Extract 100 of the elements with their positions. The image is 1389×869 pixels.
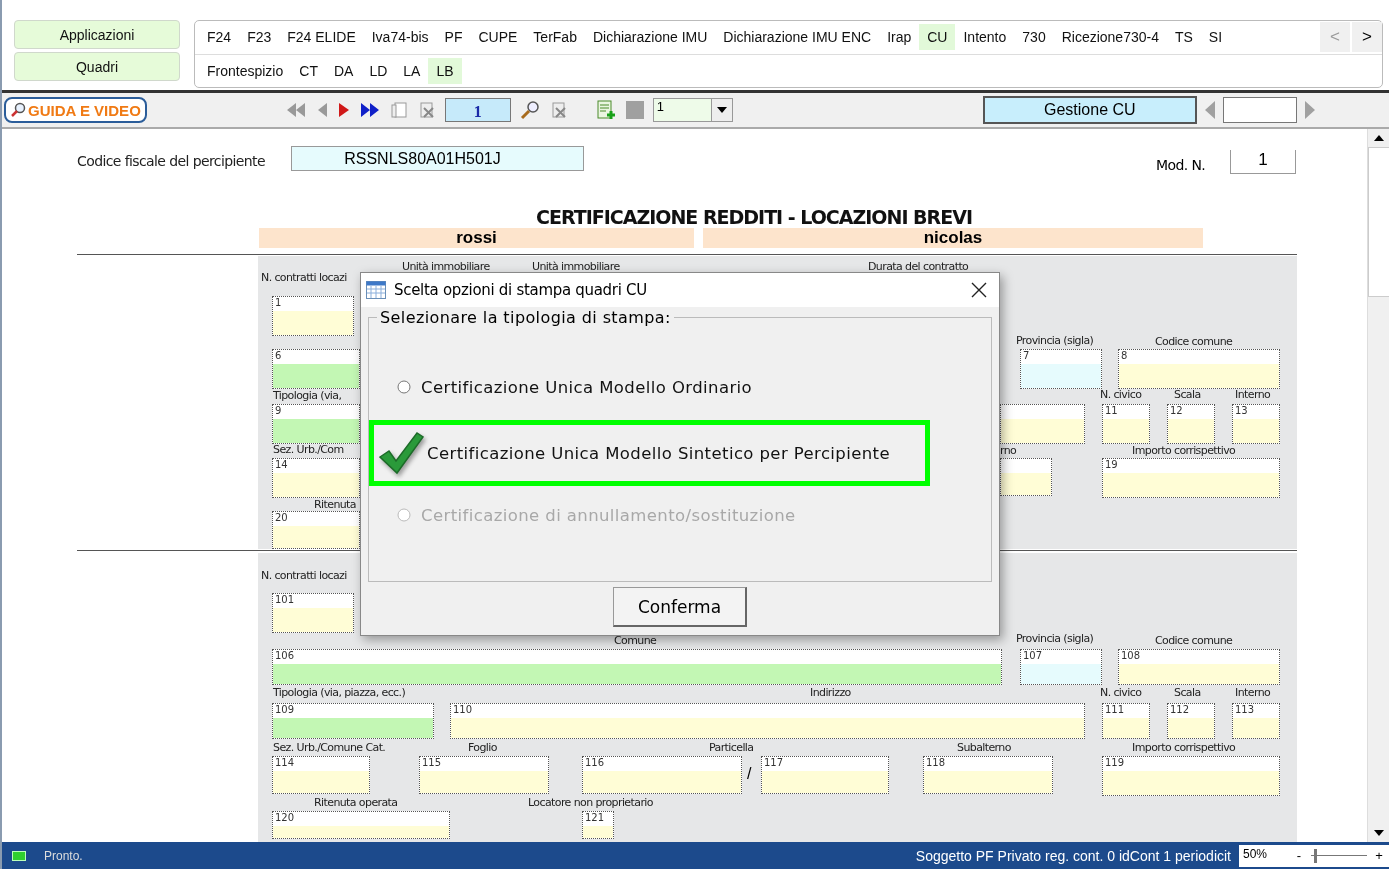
module-tab[interactable]: Dichiarazione IMU (584, 24, 716, 51)
field-number: 117 (764, 757, 784, 770)
field-number: 110 (453, 704, 473, 717)
field-label: N. civico (1100, 687, 1142, 699)
form-field[interactable]: 14 (272, 458, 360, 498)
form-field[interactable]: 111 (1102, 703, 1150, 739)
copy-selector[interactable]: 1 (652, 98, 733, 122)
module-tab[interactable]: TerFab (525, 24, 585, 51)
form-field[interactable]: 9 (272, 404, 360, 444)
form-field[interactable]: 19 (1102, 458, 1280, 498)
form-field[interactable] (1000, 458, 1052, 496)
section-tab[interactable]: LB (428, 57, 462, 84)
form-field[interactable]: 112 (1167, 703, 1215, 739)
module-tab[interactable]: PF (436, 24, 471, 51)
form-field[interactable]: 114 (272, 756, 370, 794)
form-field[interactable]: 108 (1118, 649, 1280, 685)
next-page-icon[interactable] (336, 100, 351, 120)
scroll-down-icon[interactable] (1373, 830, 1384, 836)
next-icon[interactable] (1302, 99, 1317, 121)
tax-code-label: Codice fiscale del percipiente (77, 153, 265, 169)
module-tab[interactable]: Intento (955, 24, 1015, 51)
form-field[interactable]: 109 (272, 703, 434, 739)
form-field[interactable]: 6 (272, 349, 360, 389)
form-field[interactable]: 11 (1102, 404, 1150, 444)
form-field[interactable]: 12 (1167, 404, 1215, 444)
tax-code-field[interactable]: RSSNLS80A01H501J (291, 146, 584, 171)
scroll-up-icon[interactable] (1373, 135, 1384, 141)
module-tab[interactable]: TS (1166, 24, 1201, 51)
section-tab[interactable]: CT (291, 57, 326, 84)
field-label: Codice comune (1155, 336, 1233, 348)
module-tab[interactable]: F23 (239, 24, 280, 51)
form-field[interactable]: 101 (272, 593, 354, 633)
add-sheet-icon[interactable] (594, 99, 617, 121)
form-field[interactable]: 121 (582, 811, 614, 839)
field-number: 12 (1170, 405, 1183, 418)
field-label: Importo corrispettivo (1132, 445, 1236, 457)
radio-option[interactable]: Certificazione Unica Modello Sintetico per Percipiente (369, 420, 930, 486)
square-icon[interactable] (624, 100, 645, 120)
separator-slash: / (747, 765, 752, 783)
form-field[interactable]: 117 (761, 756, 889, 794)
module-tab[interactable]: Iva74-bis (363, 24, 437, 51)
manage-button[interactable]: Gestione CU (982, 96, 1197, 124)
slider-thumb[interactable] (1313, 848, 1317, 863)
zoom-out-button[interactable]: - (1289, 844, 1309, 867)
last-page-icon[interactable] (358, 100, 381, 120)
menu-button[interactable]: Applicazioni (14, 20, 180, 49)
scroll-thumb[interactable] (1367, 147, 1389, 297)
field-label: Interno (1235, 687, 1271, 699)
module-tab[interactable]: 730 (1014, 24, 1054, 51)
section-tab[interactable]: DA (325, 57, 362, 84)
module-tab[interactable]: CU (919, 24, 956, 51)
close-icon[interactable] (971, 282, 987, 298)
field-label: Comune (614, 635, 657, 647)
search-icon[interactable] (518, 99, 541, 121)
module-number-field[interactable]: 1 (1230, 150, 1296, 174)
first-name-field: nicolas (703, 228, 1203, 248)
field-number: 101 (275, 594, 295, 607)
module-tab[interactable]: SI (1200, 24, 1231, 51)
field-number: 7 (1023, 350, 1030, 363)
module-tab[interactable]: Ricezione730-4 (1053, 24, 1167, 51)
section-tab[interactable]: LA (395, 57, 429, 84)
form-field[interactable]: 115 (419, 756, 549, 794)
form-field[interactable]: 116 (582, 756, 742, 794)
module-tab[interactable]: CUPE (470, 24, 526, 51)
menu-button[interactable]: Quadri (14, 52, 180, 81)
form-field[interactable]: 20 (272, 511, 360, 549)
zoom-in-button[interactable]: + (1369, 844, 1389, 867)
field-number: 6 (275, 350, 282, 363)
form-field[interactable]: 110 (450, 703, 1085, 739)
form-field[interactable]: 1 (272, 296, 354, 336)
radio-option[interactable]: Certificazione Unica Modello Ordinario (369, 354, 930, 420)
module-tab[interactable]: Irap (879, 24, 920, 51)
section-tab[interactable]: Frontespizio (199, 57, 292, 84)
form-field[interactable]: 119 (1102, 756, 1280, 796)
form-field[interactable]: 120 (272, 811, 450, 839)
field-number: 114 (275, 757, 295, 770)
field-label: N. contratti locazi (261, 570, 347, 582)
form-field[interactable]: 118 (923, 756, 1053, 794)
field-number: 8 (1121, 350, 1128, 363)
section-tab[interactable]: LD (361, 57, 396, 84)
module-tab[interactable]: Dichiarazione IMU ENC (715, 24, 880, 51)
form-field[interactable]: 106 (272, 649, 1002, 685)
form-field[interactable]: 13 (1232, 404, 1280, 444)
form-field[interactable]: 113 (1232, 703, 1280, 739)
module-tab[interactable]: F24 (199, 24, 240, 51)
text-field[interactable] (1222, 97, 1297, 123)
field-label: Locatore non proprietario (528, 797, 653, 809)
field-label: Sez. Urb./Comune Cat. (273, 742, 386, 754)
field-number: 112 (1170, 704, 1190, 717)
form-field[interactable]: 107 (1020, 649, 1102, 685)
form-field[interactable]: 8 (1118, 349, 1280, 389)
page-number-field[interactable]: 1 (444, 98, 511, 122)
field-label: N. civico (1100, 389, 1142, 401)
form-field[interactable]: 7 (1020, 349, 1102, 389)
module-tab[interactable]: F24 ELIDE (279, 24, 364, 51)
confirm-button[interactable]: Conferma (613, 587, 747, 627)
vertical-scrollbar[interactable] (1367, 129, 1389, 842)
scroll-right-button[interactable]: > (1352, 22, 1382, 53)
group-label: Selezionare la tipologia di stampa: (377, 308, 674, 327)
form-field[interactable] (1000, 404, 1085, 444)
